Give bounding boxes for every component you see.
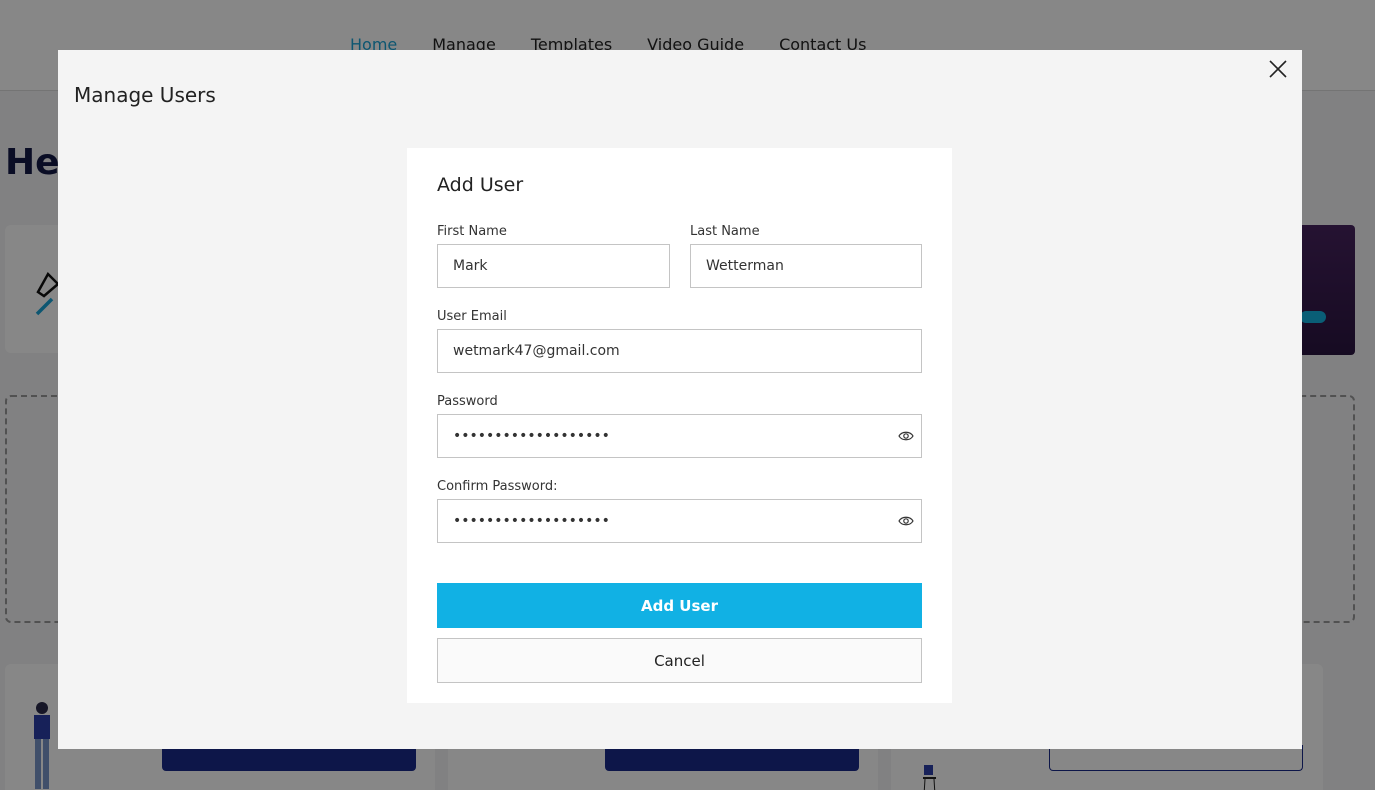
last-name-label: Last Name xyxy=(690,224,760,239)
eye-icon[interactable] xyxy=(898,515,914,527)
close-icon[interactable] xyxy=(1266,57,1290,81)
form-title: Add User xyxy=(437,174,524,196)
last-name-input[interactable] xyxy=(690,244,922,288)
confirm-password-label: Confirm Password: xyxy=(437,479,558,494)
first-name-label: First Name xyxy=(437,224,507,239)
first-name-input[interactable] xyxy=(437,244,670,288)
user-email-input[interactable] xyxy=(437,329,922,373)
modal-title: Manage Users xyxy=(74,83,216,107)
cancel-button[interactable]: Cancel xyxy=(437,638,922,683)
eye-icon[interactable] xyxy=(898,430,914,442)
password-input[interactable] xyxy=(437,414,922,458)
manage-users-modal: Manage Users Add User First Name Last Na… xyxy=(58,50,1302,749)
add-user-form: Add User First Name Last Name User Email… xyxy=(407,148,952,703)
user-email-label: User Email xyxy=(437,309,507,324)
confirm-password-input[interactable] xyxy=(437,499,922,543)
add-user-button[interactable]: Add User xyxy=(437,583,922,628)
password-label: Password xyxy=(437,394,498,409)
